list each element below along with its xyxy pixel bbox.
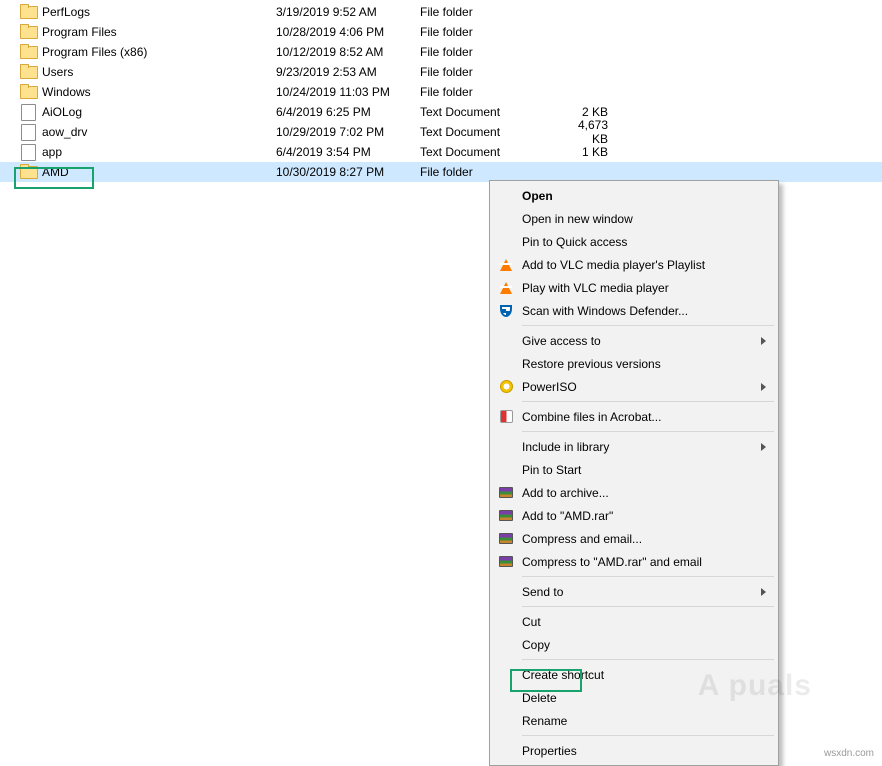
file-type: File folder bbox=[420, 165, 564, 179]
chevron-right-icon bbox=[761, 337, 766, 345]
file-size: 4,673 KB bbox=[564, 118, 612, 146]
file-row[interactable]: Users 9/23/2019 2:53 AMFile folder bbox=[0, 62, 882, 82]
menu-vlc-add[interactable]: Add to VLC media player's Playlist bbox=[492, 253, 776, 276]
menu-open-new-window[interactable]: Open in new window bbox=[492, 207, 776, 230]
winrar-icon bbox=[496, 483, 516, 503]
file-name: PerfLogs bbox=[42, 5, 90, 19]
menu-separator bbox=[522, 576, 774, 577]
menu-vlc-play[interactable]: Play with VLC media player bbox=[492, 276, 776, 299]
file-name: aow_drv bbox=[42, 125, 87, 139]
file-type: File folder bbox=[420, 5, 564, 19]
file-name: AMD bbox=[42, 165, 69, 179]
file-row[interactable]: PerfLogs 3/19/2019 9:52 AMFile folder bbox=[0, 2, 882, 22]
winrar-icon bbox=[496, 552, 516, 572]
menu-add-archive-named[interactable]: Add to "AMD.rar" bbox=[492, 504, 776, 527]
file-date: 10/30/2019 8:27 PM bbox=[276, 165, 420, 179]
text-file-icon bbox=[20, 124, 36, 140]
menu-rename[interactable]: Rename bbox=[492, 709, 776, 732]
file-name: Program Files bbox=[42, 25, 117, 39]
chevron-right-icon bbox=[761, 588, 766, 596]
menu-pin-quick-access[interactable]: Pin to Quick access bbox=[492, 230, 776, 253]
text-file-icon bbox=[20, 144, 36, 160]
menu-separator bbox=[522, 431, 774, 432]
defender-icon bbox=[496, 301, 516, 321]
winrar-icon bbox=[496, 506, 516, 526]
vlc-icon bbox=[496, 278, 516, 298]
menu-delete[interactable]: Delete bbox=[492, 686, 776, 709]
file-row[interactable]: app 6/4/2019 3:54 PMText Document1 KB bbox=[0, 142, 882, 162]
acrobat-icon bbox=[496, 407, 516, 427]
folder-icon bbox=[20, 4, 36, 20]
file-date: 10/28/2019 4:06 PM bbox=[276, 25, 420, 39]
file-name: Windows bbox=[42, 85, 91, 99]
menu-separator bbox=[522, 606, 774, 607]
poweriso-icon bbox=[496, 377, 516, 397]
file-size: 1 KB bbox=[564, 145, 612, 159]
menu-properties[interactable]: Properties bbox=[492, 739, 776, 762]
folder-icon bbox=[20, 64, 36, 80]
chevron-right-icon bbox=[761, 383, 766, 391]
menu-separator bbox=[522, 735, 774, 736]
menu-include-library[interactable]: Include in library bbox=[492, 435, 776, 458]
file-date: 6/4/2019 3:54 PM bbox=[276, 145, 420, 159]
file-type: Text Document bbox=[420, 125, 564, 139]
menu-cut[interactable]: Cut bbox=[492, 610, 776, 633]
menu-separator bbox=[522, 659, 774, 660]
file-row[interactable]: AiOLog 6/4/2019 6:25 PMText Document2 KB bbox=[0, 102, 882, 122]
menu-copy[interactable]: Copy bbox=[492, 633, 776, 656]
folder-icon bbox=[20, 84, 36, 100]
file-type: File folder bbox=[420, 65, 564, 79]
menu-pin-start[interactable]: Pin to Start bbox=[492, 458, 776, 481]
file-date: 9/23/2019 2:53 AM bbox=[276, 65, 420, 79]
file-type: File folder bbox=[420, 45, 564, 59]
file-date: 3/19/2019 9:52 AM bbox=[276, 5, 420, 19]
chevron-right-icon bbox=[761, 443, 766, 451]
menu-add-archive[interactable]: Add to archive... bbox=[492, 481, 776, 504]
menu-poweriso[interactable]: PowerISO bbox=[492, 375, 776, 398]
menu-restore-versions[interactable]: Restore previous versions bbox=[492, 352, 776, 375]
text-file-icon bbox=[20, 104, 36, 120]
menu-compress-email[interactable]: Compress and email... bbox=[492, 527, 776, 550]
file-row[interactable]: aow_drv10/29/2019 7:02 PMText Document4,… bbox=[0, 122, 882, 142]
file-type: File folder bbox=[420, 25, 564, 39]
file-type: File folder bbox=[420, 85, 564, 99]
menu-separator bbox=[522, 325, 774, 326]
footer-text: wsxdn.com bbox=[824, 748, 874, 759]
file-date: 10/24/2019 11:03 PM bbox=[276, 85, 420, 99]
file-row[interactable]: Program Files (x86) 10/12/2019 8:52 AMFil… bbox=[0, 42, 882, 62]
file-name: Users bbox=[42, 65, 73, 79]
winrar-icon bbox=[496, 529, 516, 549]
folder-icon bbox=[20, 24, 36, 40]
menu-combine-acrobat[interactable]: Combine files in Acrobat... bbox=[492, 405, 776, 428]
file-date: 10/29/2019 7:02 PM bbox=[276, 125, 420, 139]
menu-send-to[interactable]: Send to bbox=[492, 580, 776, 603]
menu-separator bbox=[522, 401, 774, 402]
context-menu: Open Open in new window Pin to Quick acc… bbox=[489, 180, 779, 766]
menu-open[interactable]: Open bbox=[492, 184, 776, 207]
menu-compress-email-named[interactable]: Compress to "AMD.rar" and email bbox=[492, 550, 776, 573]
file-date: 6/4/2019 6:25 PM bbox=[276, 105, 420, 119]
file-row[interactable]: AMD 10/30/2019 8:27 PMFile folder bbox=[0, 162, 882, 182]
menu-give-access[interactable]: Give access to bbox=[492, 329, 776, 352]
file-date: 10/12/2019 8:52 AM bbox=[276, 45, 420, 59]
file-size: 2 KB bbox=[564, 105, 612, 119]
file-name: app bbox=[42, 145, 62, 159]
menu-create-shortcut[interactable]: Create shortcut bbox=[492, 663, 776, 686]
file-name: AiOLog bbox=[42, 105, 82, 119]
file-row[interactable]: Windows 10/24/2019 11:03 PMFile folder bbox=[0, 82, 882, 102]
file-name: Program Files (x86) bbox=[42, 45, 147, 59]
folder-icon bbox=[20, 44, 36, 60]
file-list: PerfLogs3/19/2019 9:52 AMFile folderProg… bbox=[0, 0, 882, 182]
file-row[interactable]: Program Files 10/28/2019 4:06 PMFile fold… bbox=[0, 22, 882, 42]
folder-icon bbox=[20, 164, 36, 180]
menu-scan-defender[interactable]: Scan with Windows Defender... bbox=[492, 299, 776, 322]
vlc-icon bbox=[496, 255, 516, 275]
file-type: Text Document bbox=[420, 145, 564, 159]
file-type: Text Document bbox=[420, 105, 564, 119]
